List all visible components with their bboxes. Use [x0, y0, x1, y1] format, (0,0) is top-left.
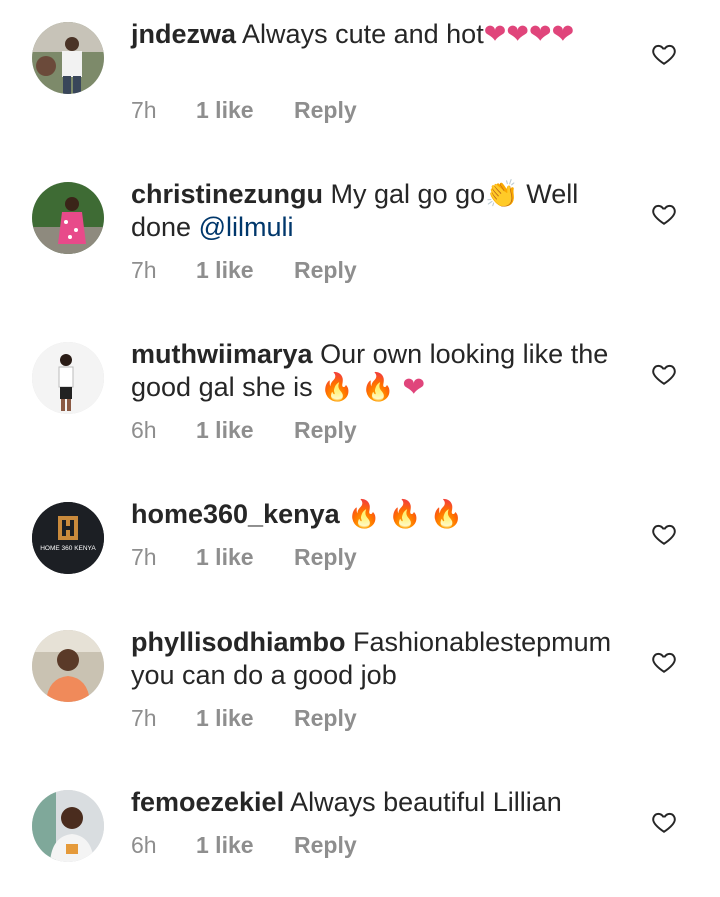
comment-item: HOME 360 KENYA home360_kenya 🔥 🔥 🔥 7h 1 … [0, 480, 720, 610]
heart-emoji-icon: ❤ [528, 19, 552, 50]
reply-button[interactable]: Reply [294, 257, 357, 284]
fire-emoji-icon: 🔥 [320, 372, 354, 403]
comment-time: 6h [131, 417, 157, 443]
reply-button[interactable]: Reply [294, 705, 357, 732]
reply-button[interactable]: Reply [294, 417, 357, 444]
comment-username[interactable]: jndezwa [131, 19, 236, 49]
comment-time: 7h [131, 257, 157, 283]
comment-time: 7h [131, 97, 157, 123]
avatar-brand-text: HOME 360 KENYA [40, 545, 96, 552]
heart-emoji-icon: ❤ [506, 19, 529, 50]
comment-item: christinezungu My gal go go👏 Well done @… [0, 160, 720, 320]
comment-meta: 6h 1 like Reply [131, 417, 357, 444]
comment-username[interactable]: femoezekiel [131, 787, 284, 817]
reply-button[interactable]: Reply [294, 832, 357, 859]
comment-likes[interactable]: 1 like [196, 417, 294, 444]
comment-body: Always beautiful Lillian [290, 787, 562, 817]
avatar[interactable] [32, 630, 104, 702]
comment-item: femoezekiel Always beautiful Lillian 6h … [0, 768, 720, 897]
comment-meta: 7h 1 like Reply [131, 705, 357, 732]
fire-emoji-icon: 🔥 [361, 372, 395, 403]
comment-list: jndezwa Always cute and hot❤❤❤❤ 7h 1 lik… [0, 0, 720, 897]
avatar-photo [32, 630, 104, 702]
heart-emoji-icon: ❤ [402, 372, 426, 403]
comment-username[interactable]: phyllisodhiambo [131, 627, 346, 657]
comment-username[interactable]: muthwiimarya [131, 339, 313, 369]
comment-item: muthwiimarya Our own looking like the go… [0, 320, 720, 480]
heart-emoji-icon: ❤ [483, 19, 507, 50]
comment-username[interactable]: home360_kenya [131, 499, 340, 529]
comment-body: My gal go go [330, 179, 486, 209]
comment-time: 7h [131, 705, 157, 731]
comment-text: christinezungu My gal go go👏 Well done @… [131, 178, 631, 244]
comment-likes[interactable]: 1 like [196, 257, 294, 284]
avatar-photo [32, 790, 104, 862]
avatar[interactable] [32, 790, 104, 862]
comment-meta: 6h 1 like Reply [131, 832, 357, 859]
avatar-photo [32, 182, 104, 254]
reply-button[interactable]: Reply [294, 544, 357, 571]
comment-likes[interactable]: 1 like [196, 832, 294, 859]
comment-item: jndezwa Always cute and hot❤❤❤❤ 7h 1 lik… [0, 0, 720, 160]
like-heart-icon[interactable] [651, 201, 677, 227]
comment-meta: 7h 1 like Reply [131, 544, 357, 571]
fire-emoji-icon: 🔥 [347, 499, 381, 530]
comment-meta: 7h 1 like Reply [131, 257, 357, 284]
comment-item: phyllisodhiambo Fashionablestepmum you c… [0, 608, 720, 768]
comment-body: Always cute and hot [242, 19, 484, 49]
comment-likes[interactable]: 1 like [196, 97, 294, 124]
comment-text: jndezwa Always cute and hot❤❤❤❤ [131, 18, 631, 51]
comment-time: 6h [131, 832, 157, 858]
comment-text: home360_kenya 🔥 🔥 🔥 [131, 498, 631, 531]
fire-emoji-icon: 🔥 [429, 499, 464, 530]
comment-time: 7h [131, 544, 157, 570]
avatar[interactable]: HOME 360 KENYA [32, 502, 104, 574]
avatar-photo [32, 342, 104, 414]
like-heart-icon[interactable] [651, 649, 677, 675]
comment-text: phyllisodhiambo Fashionablestepmum you c… [131, 626, 631, 692]
fire-emoji-icon: 🔥 [388, 499, 422, 530]
comment-text: femoezekiel Always beautiful Lillian [131, 786, 631, 819]
comment-text: muthwiimarya Our own looking like the go… [131, 338, 631, 404]
like-heart-icon[interactable] [651, 521, 677, 547]
clapping-hands-emoji-icon: 👏 [485, 179, 519, 210]
comment-likes[interactable]: 1 like [196, 705, 294, 732]
comment-username[interactable]: christinezungu [131, 179, 323, 209]
avatar[interactable] [32, 342, 104, 414]
like-heart-icon[interactable] [651, 41, 677, 67]
like-heart-icon[interactable] [651, 809, 677, 835]
avatar-photo [32, 22, 104, 94]
mention-link[interactable]: @lilmuli [199, 212, 294, 242]
heart-emoji-icon: ❤ [551, 19, 575, 50]
comment-likes[interactable]: 1 like [196, 544, 294, 571]
comment-meta: 7h 1 like Reply [131, 97, 357, 124]
avatar-photo: HOME 360 KENYA [32, 502, 104, 574]
reply-button[interactable]: Reply [294, 97, 357, 124]
avatar[interactable] [32, 22, 104, 94]
avatar[interactable] [32, 182, 104, 254]
like-heart-icon[interactable] [651, 361, 677, 387]
